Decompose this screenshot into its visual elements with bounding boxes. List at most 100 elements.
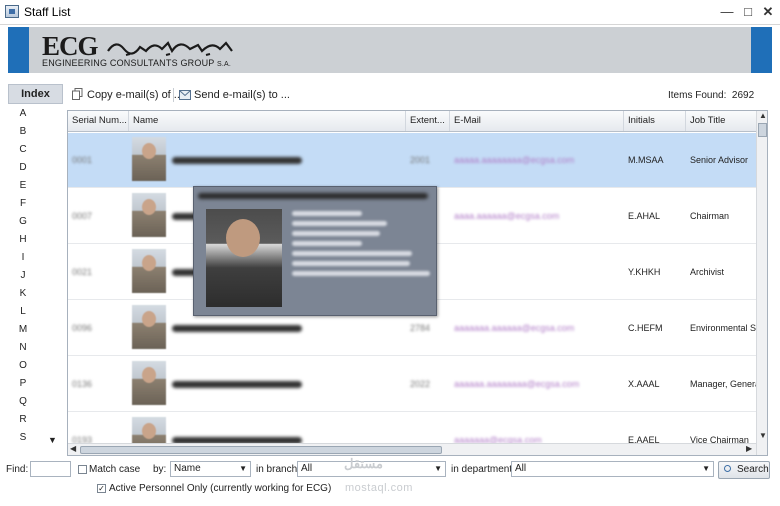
- watermark-text: mostaql.com: [345, 482, 413, 494]
- column-header-email[interactable]: E-Mail: [450, 111, 624, 131]
- employee-photo: [132, 361, 166, 405]
- by-select[interactable]: Name ▼: [170, 461, 251, 477]
- index-letter[interactable]: Q: [8, 396, 38, 407]
- index-scroll-down-icon[interactable]: ▼: [48, 435, 57, 445]
- initials-cell: E.AHAL: [628, 211, 661, 221]
- department-select[interactable]: All ▼: [511, 461, 714, 477]
- extension-cell: 2022: [410, 379, 431, 389]
- find-input[interactable]: [30, 461, 71, 477]
- name-cell-blurred: [172, 325, 302, 332]
- tooltip-detail-line: Extension: 2001: [292, 241, 362, 246]
- serial-cell: 0007: [72, 211, 93, 221]
- job-title-cell: Manager, Genera: [690, 379, 756, 389]
- company-banner: ECG ENGINEERING CONSULTANTS GROUP S.A.: [8, 27, 772, 73]
- scroll-left-icon[interactable]: ◀: [70, 444, 76, 453]
- index-letter[interactable]: C: [8, 144, 38, 155]
- copy-emails-button[interactable]: Copy e-mail(s) of ...: [72, 86, 183, 104]
- email-cell: aaaaaa.aaaaaaaa@ecgsa.com: [454, 379, 580, 389]
- initials-cell: M.MSAA: [628, 155, 664, 165]
- index-letter[interactable]: K: [8, 288, 38, 299]
- column-header-extension[interactable]: Extent...: [406, 111, 450, 131]
- company-name-subtitle: ENGINEERING CONSULTANTS GROUP S.A.: [42, 58, 232, 68]
- send-emails-label: Send e-mail(s) to ...: [194, 89, 290, 101]
- items-found: Items Found: 2692: [668, 90, 755, 101]
- index-letter[interactable]: R: [8, 414, 38, 425]
- index-letter[interactable]: B: [8, 126, 38, 137]
- index-letter[interactable]: I: [8, 252, 38, 263]
- app-icon: [5, 5, 19, 18]
- initials-cell: Y.KHKH: [628, 267, 661, 277]
- name-cell-blurred: [172, 381, 302, 388]
- table-row[interactable]: 0001 2001 aaaaa.aaaaaaaa@ecgsa.com M.MSAA Se…: [68, 133, 756, 188]
- index-letter[interactable]: M: [8, 324, 38, 335]
- index-letter[interactable]: P: [8, 378, 38, 389]
- email-cell: [450, 245, 624, 300]
- job-title-cell: Archivist: [690, 267, 725, 277]
- employee-photo-large: [206, 209, 282, 307]
- tooltip-detail-line: Serial Number: 0001: [292, 231, 380, 236]
- branch-label: in branch:: [256, 464, 300, 475]
- email-cell: aaaa.aaaaaa@ecgsa.com: [454, 211, 560, 221]
- column-header-name[interactable]: Name: [129, 111, 406, 131]
- scroll-up-icon[interactable]: ▲: [759, 111, 767, 120]
- tooltip-detail-line: Aaaaaaa Aaaaa: [292, 211, 362, 216]
- active-personnel-label: Active Personnel Only (currently working…: [109, 483, 332, 494]
- column-header-initials[interactable]: Initials: [624, 111, 686, 131]
- active-personnel-checkbox[interactable]: ✓: [97, 484, 106, 493]
- vertical-scrollbar[interactable]: ▲ ▼: [756, 111, 767, 455]
- send-emails-button[interactable]: Send e-mail(s) to ...: [179, 86, 290, 104]
- scroll-down-icon[interactable]: ▼: [759, 431, 767, 440]
- horizontal-scroll-thumb[interactable]: [80, 446, 442, 454]
- index-panel: Index ABCDEFGHIJKLMNOPQRS ▼: [8, 84, 63, 454]
- index-letter[interactable]: D: [8, 162, 38, 173]
- index-letter[interactable]: L: [8, 306, 38, 317]
- table-row[interactable]: 0136 2022 aaaaaa.aaaaaaaa@ecgsa.com X.AAAL M…: [68, 357, 756, 412]
- watermark-logo: مستقل: [344, 456, 383, 471]
- index-letter[interactable]: S: [8, 432, 38, 443]
- index-header: Index: [8, 84, 63, 104]
- initials-cell: C.HEFM: [628, 323, 663, 333]
- employee-photo: [132, 137, 166, 181]
- banner-right-stripe: [751, 27, 772, 73]
- tooltip-detail-line: E-Mail: aaaaa.aaaaaaaa@ecgsa.com: [292, 271, 430, 276]
- horizontal-scrollbar[interactable]: ◀ ▶: [68, 443, 756, 455]
- extension-cell: 2001: [410, 155, 431, 165]
- index-letter[interactable]: O: [8, 360, 38, 371]
- close-icon[interactable]: ✕: [759, 3, 777, 21]
- match-case-label: Match case: [89, 464, 141, 475]
- maximize-icon[interactable]: □: [739, 3, 757, 21]
- employee-photo: [132, 193, 166, 237]
- search-button-label: Search: [737, 464, 769, 475]
- search-button[interactable]: Search: [718, 461, 770, 479]
- column-header-job-title[interactable]: Job Title: [686, 111, 756, 131]
- chevron-down-icon: ▼: [702, 464, 710, 473]
- find-label: Find:: [6, 464, 29, 475]
- copy-icon: [72, 88, 83, 100]
- index-letter[interactable]: N: [8, 342, 38, 353]
- index-letter[interactable]: F: [8, 198, 38, 209]
- index-letter[interactable]: J: [8, 270, 38, 281]
- job-title-cell: Senior Advisor: [690, 155, 749, 165]
- index-letter[interactable]: G: [8, 216, 38, 227]
- vertical-scroll-thumb[interactable]: [758, 123, 767, 137]
- name-cell-blurred: [172, 157, 302, 164]
- department-label: in department:: [451, 464, 515, 475]
- search-icon: [724, 465, 731, 472]
- minimize-icon[interactable]: —: [718, 3, 736, 21]
- items-found-count: 2692: [731, 90, 755, 101]
- chevron-down-icon: ▼: [434, 464, 442, 473]
- employee-photo: [132, 249, 166, 293]
- initials-cell: X.AAAL: [628, 379, 660, 389]
- email-cell: aaaaaaa.aaaaaa@ecgsa.com: [454, 323, 575, 333]
- toolbar-divider: [173, 88, 174, 102]
- scroll-right-icon[interactable]: ▶: [746, 444, 752, 453]
- company-logo-arabic: [107, 41, 233, 56]
- envelope-icon: [179, 88, 191, 100]
- title-bar: Staff List — □ ✕: [0, 0, 780, 25]
- match-case-checkbox[interactable]: [78, 465, 87, 474]
- index-letter[interactable]: H: [8, 234, 38, 245]
- index-letter[interactable]: E: [8, 180, 38, 191]
- index-letter[interactable]: A: [8, 108, 38, 119]
- column-header-serial[interactable]: Serial Num...: [68, 111, 129, 131]
- tooltip-detail-line: Department: Senior Advisor: [292, 251, 412, 256]
